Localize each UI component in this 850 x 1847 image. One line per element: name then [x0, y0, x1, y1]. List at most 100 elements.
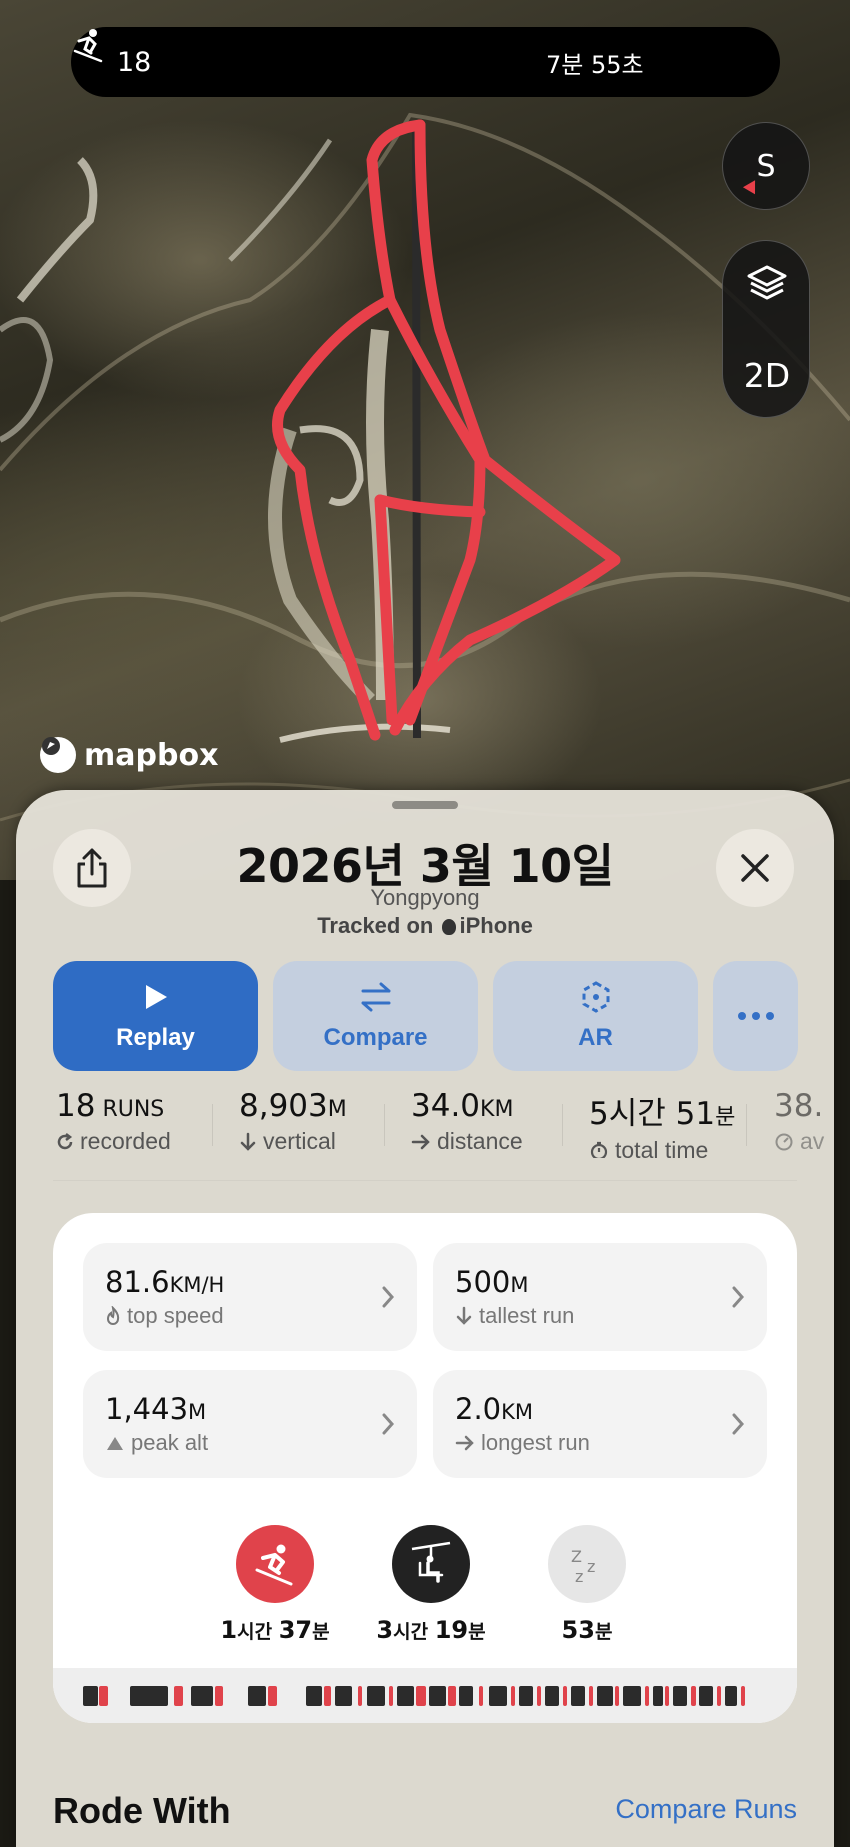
chairlift-icon	[411, 1541, 451, 1583]
ski-hours-unit: 시간	[237, 1621, 279, 1643]
chevron-right-icon	[732, 1286, 745, 1308]
run-count: 18	[117, 46, 152, 78]
more-button[interactable]	[713, 961, 798, 1071]
arrow-right-icon	[455, 1435, 474, 1451]
activity-timeline[interactable]	[53, 1668, 797, 1723]
top-speed-value: 81.6	[105, 1265, 170, 1299]
compare-button[interactable]: Compare	[273, 961, 478, 1071]
stat-distance: 34.0KM distance	[411, 1088, 523, 1158]
svg-text:Z: Z	[571, 1547, 582, 1566]
arrow-down-icon	[240, 1132, 256, 1151]
compare-runs-link[interactable]: Compare Runs	[615, 1794, 797, 1825]
stat-avg-value: 38.	[774, 1088, 824, 1124]
tallest-run-value: 500	[455, 1265, 511, 1299]
stat-total-time: 5시간 51분 total time	[589, 1088, 735, 1158]
ar-label: AR	[578, 1024, 613, 1051]
stat-divider	[212, 1104, 213, 1146]
ski-hours: 1	[220, 1616, 238, 1644]
lift-hours: 3	[376, 1616, 394, 1644]
rode-with-heading: Rode With	[53, 1790, 231, 1831]
stat-time-label: total time	[615, 1137, 709, 1158]
top-speed-label: top speed	[127, 1303, 224, 1328]
timer-icon	[590, 1141, 608, 1158]
day-summary-sheet: 2026년 3월 10일 Yongpyong Tracked on iPhone…	[16, 790, 834, 1847]
longest-run-label: longest run	[481, 1430, 590, 1455]
timeline-bar	[83, 1686, 745, 1706]
rest-mins-unit: 분	[594, 1621, 613, 1643]
ski-mins-unit: 분	[312, 1621, 330, 1643]
top-speed-tile[interactable]: 81.6KM/H top speed	[83, 1243, 417, 1351]
stat-runs: 18 RUNS recorded	[56, 1088, 171, 1158]
tallest-run-unit: M	[510, 1273, 529, 1297]
lift-mins: 19	[434, 1616, 469, 1644]
replay-label: Replay	[116, 1024, 195, 1051]
layers-icon[interactable]	[745, 261, 789, 305]
map-controls: 2D	[722, 240, 810, 418]
stat-distance-unit: KM	[480, 1097, 514, 1122]
skier-icon	[73, 29, 103, 63]
tracked-device: iPhone	[459, 913, 533, 938]
longest-run-tile[interactable]: 2.0KM longest run	[433, 1370, 767, 1478]
stat-runs-value: 18	[56, 1088, 96, 1124]
play-icon	[145, 985, 167, 1009]
ar-icon	[582, 981, 609, 1013]
gauge-icon	[775, 1133, 793, 1150]
mapbox-logo-icon	[40, 737, 76, 773]
action-row: Replay Compare AR	[53, 961, 834, 1071]
lift-hours-unit: 시간	[393, 1621, 435, 1643]
top-speed-unit: KM/H	[169, 1273, 225, 1297]
flame-icon	[106, 1306, 120, 1325]
stat-divider	[562, 1104, 563, 1146]
peak-alt-label: peak alt	[131, 1430, 209, 1455]
stat-vertical-label: vertical	[263, 1128, 336, 1154]
stat-avg-speed: 38. av	[774, 1088, 824, 1158]
stats-row[interactable]: 18 RUNS recorded 8,903M vertical 34.0KM …	[16, 1088, 834, 1158]
sheet-grabber[interactable]	[392, 801, 458, 809]
stat-vertical: 8,903M vertical	[239, 1088, 347, 1158]
svg-text:z: z	[587, 1557, 595, 1576]
rest-time-button[interactable]: Z z z	[548, 1525, 626, 1603]
lift-time-button[interactable]	[392, 1525, 470, 1603]
longest-run-value: 2.0	[455, 1392, 502, 1426]
apple-icon	[442, 919, 457, 935]
view-mode-toggle[interactable]: 2D	[723, 356, 811, 395]
ski-mins: 37	[278, 1616, 313, 1644]
stat-runs-label: recorded	[80, 1128, 171, 1154]
timeline-segments	[83, 1686, 745, 1706]
rest-mins: 53	[561, 1616, 595, 1644]
chevron-right-icon	[732, 1413, 745, 1435]
ski-time-button[interactable]	[236, 1525, 314, 1603]
compass-button[interactable]: S	[722, 122, 810, 210]
tracked-prefix: Tracked on	[317, 913, 434, 938]
peak-alt-tile[interactable]: 1,443M peak alt	[83, 1370, 417, 1478]
tallest-run-tile[interactable]: 500M tallest run	[433, 1243, 767, 1351]
rest-duration: 53분	[507, 1616, 667, 1644]
tracked-on: Tracked on iPhone	[16, 913, 834, 939]
elapsed-time: 7분 55초	[546, 50, 644, 79]
stat-divider	[384, 1104, 385, 1146]
ski-duration: 1시간 37분	[195, 1616, 355, 1644]
mapbox-attribution[interactable]: mapbox	[40, 735, 218, 775]
lift-mins-unit: 분	[468, 1621, 486, 1643]
divider	[53, 1180, 797, 1181]
mapbox-label: mapbox	[84, 737, 219, 773]
stat-vertical-unit: M	[327, 1097, 347, 1122]
skiing-icon	[255, 1544, 293, 1586]
ar-button[interactable]: AR	[493, 961, 698, 1071]
longest-run-unit: KM	[501, 1400, 534, 1424]
stat-time-value: 5시간 51	[589, 1096, 716, 1132]
stat-vertical-value: 8,903	[239, 1088, 328, 1124]
stat-distance-label: distance	[437, 1128, 523, 1154]
replay-button[interactable]: Replay	[53, 961, 258, 1071]
map-view[interactable]: 18 7분 55초 S 2D mapbox	[0, 0, 850, 880]
arrow-down-icon	[456, 1306, 472, 1325]
resort-name: Yongpyong	[370, 885, 480, 910]
stat-avg-label: av	[800, 1128, 825, 1154]
live-status-pill[interactable]: 18 7분 55초	[71, 27, 780, 97]
more-icon	[737, 1012, 774, 1020]
refresh-icon	[57, 1132, 73, 1149]
stat-divider	[746, 1104, 747, 1146]
stat-runs-unit: RUNS	[95, 1097, 165, 1122]
highlights-card: 81.6KM/H top speed 500M tallest run 1,44…	[53, 1213, 797, 1723]
compass-label: S	[756, 148, 776, 184]
